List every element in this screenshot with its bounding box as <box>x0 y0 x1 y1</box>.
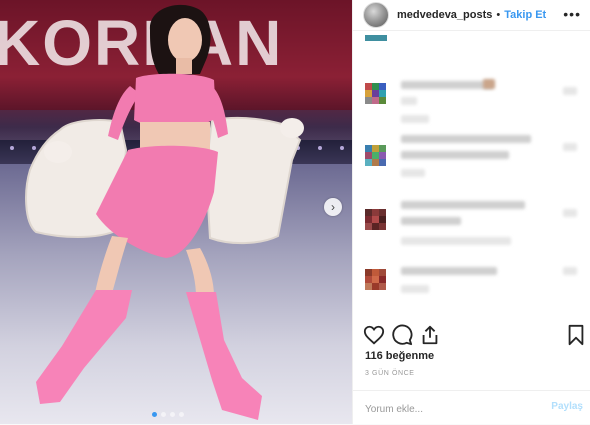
carousel-dot <box>179 412 184 417</box>
share-icon[interactable] <box>419 324 441 346</box>
avatar[interactable] <box>363 2 389 28</box>
blurred-comment-text <box>401 151 509 159</box>
blurred-comment-meta <box>401 237 511 245</box>
post-side-panel: medvedeva_posts • Takip Et ••• 116 beğen… <box>352 0 590 424</box>
blurred-comment-text <box>401 135 531 143</box>
comment-bubble-icon[interactable] <box>391 324 413 346</box>
commenter-avatar[interactable] <box>365 35 387 47</box>
post-comment-button[interactable]: Paylaş <box>551 401 583 412</box>
like-count[interactable]: 116 beğenme <box>365 350 434 362</box>
blurred-like <box>563 267 577 275</box>
blurred-comment-text <box>401 267 497 275</box>
blurred-comment-text <box>401 97 417 105</box>
comments-list[interactable] <box>353 31 590 317</box>
skater-figure <box>25 4 304 420</box>
commenter-avatar[interactable] <box>365 209 387 231</box>
blurred-comment-text <box>401 217 461 225</box>
post-actions <box>353 320 590 352</box>
commenter-avatar[interactable] <box>365 145 387 167</box>
blurred-like <box>563 143 577 151</box>
bookmark-icon[interactable] <box>565 324 587 346</box>
instagram-post: KOREAN › medvedeva_posts • Takip Et ••• … <box>0 0 590 424</box>
separator-dot: • <box>496 9 501 21</box>
add-comment-section: Paylaş <box>353 390 590 425</box>
blurred-comment-meta <box>401 115 429 123</box>
more-options-icon[interactable]: ••• <box>563 6 581 22</box>
follow-button[interactable]: Takip Et <box>504 9 546 21</box>
next-photo-button[interactable]: › <box>324 198 342 216</box>
blurred-comment-text <box>401 201 525 209</box>
commenter-avatar[interactable] <box>365 83 387 105</box>
blurred-comment-text <box>401 169 425 177</box>
chevron-right-icon: › <box>331 200 335 214</box>
carousel-indicators <box>152 412 184 417</box>
blurred-emoji <box>483 79 495 89</box>
blurred-like <box>563 87 577 95</box>
blurred-comment-text <box>401 285 429 293</box>
post-photo[interactable]: KOREAN › <box>0 0 352 424</box>
blurred-like <box>563 209 577 217</box>
username-link[interactable]: medvedeva_posts <box>397 9 492 21</box>
carousel-dot <box>170 412 175 417</box>
post-timestamp[interactable]: 3 GÜN ÖNCE <box>365 370 415 377</box>
carousel-dot <box>161 412 166 417</box>
carousel-dot-active <box>152 412 157 417</box>
commenter-avatar[interactable] <box>365 269 387 291</box>
blurred-comment-text <box>401 81 493 89</box>
heart-icon[interactable] <box>363 324 385 346</box>
post-header: medvedeva_posts • Takip Et ••• <box>353 0 590 31</box>
comment-input[interactable] <box>363 399 537 419</box>
